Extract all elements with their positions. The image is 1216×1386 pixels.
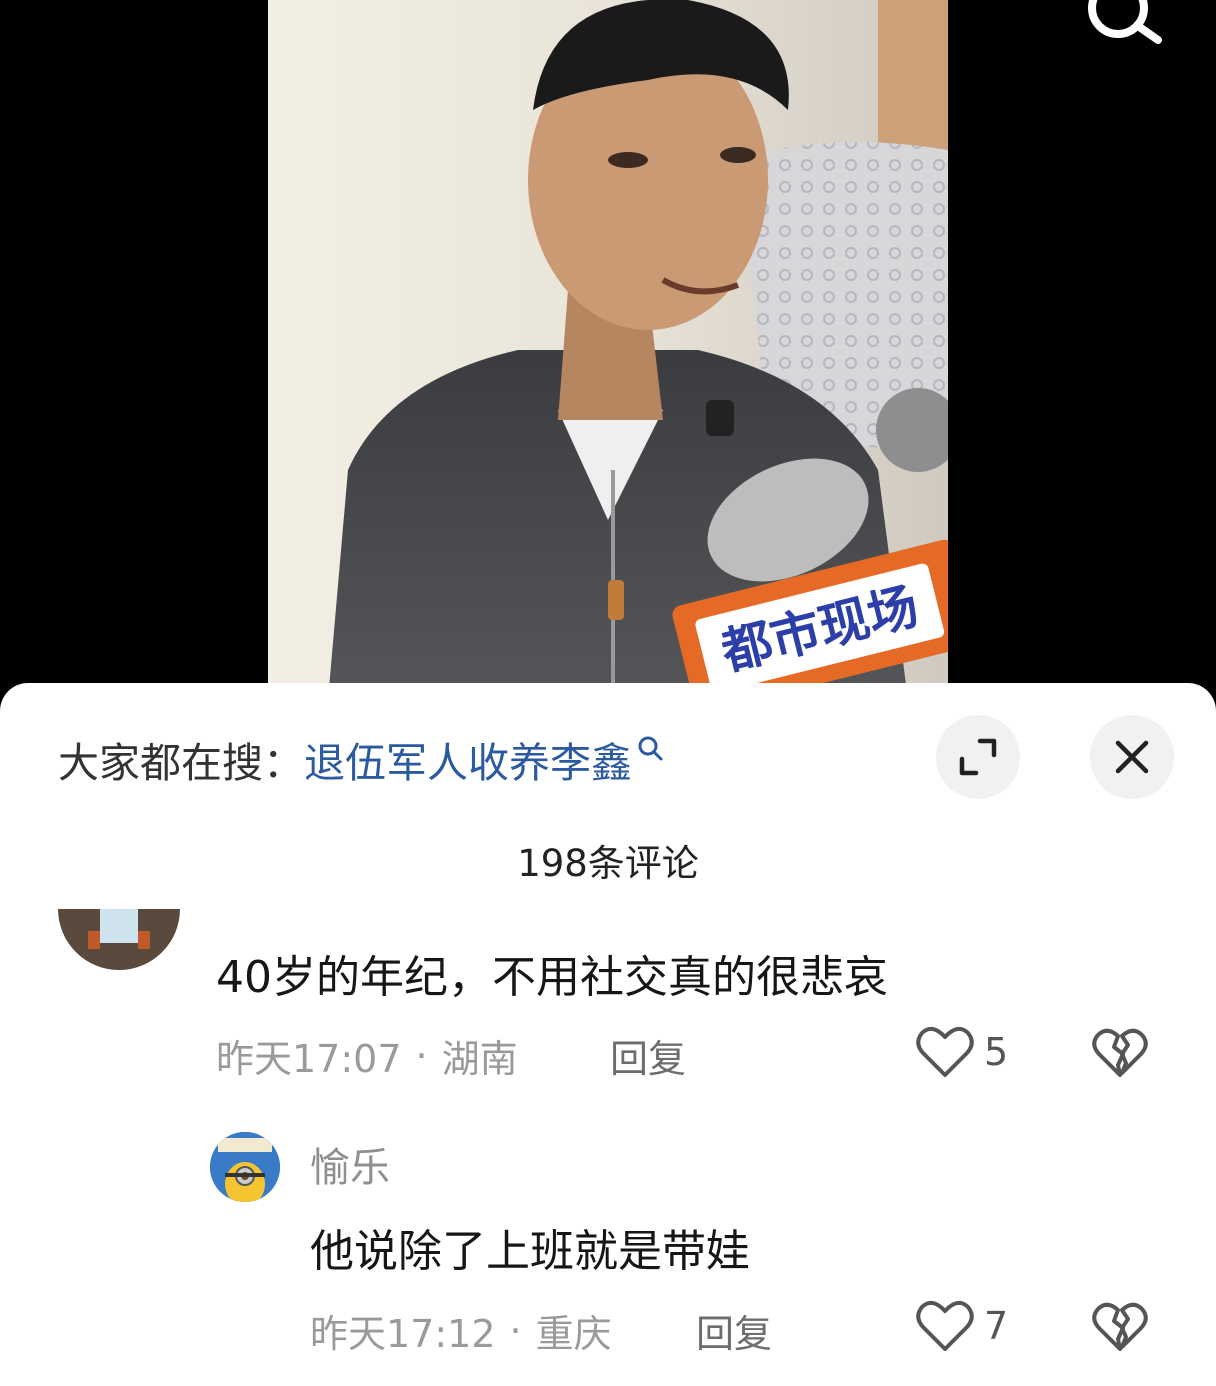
- dislike-button[interactable]: [1092, 1301, 1148, 1353]
- broken-heart-icon: [1092, 1302, 1148, 1351]
- video-player[interactable]: 都市现场: [268, 0, 948, 700]
- like-count: 5: [984, 1030, 1009, 1074]
- search-icon: [638, 736, 663, 761]
- comment-text: 40岁的年纪，不用社交真的很悲哀: [216, 952, 888, 1003]
- reply-button[interactable]: 回复: [696, 1303, 772, 1358]
- app-screen: 都市现场 大家都在搜： 退伍军人收养李鑫 198条评论 40岁的年纪，不用社交真…: [0, 0, 1216, 1386]
- avatar[interactable]: [210, 1132, 280, 1202]
- hot-search-prefix: 大家都在搜：: [58, 739, 304, 787]
- comment-location: 重庆: [535, 1312, 612, 1356]
- video-frame-image: 都市现场: [268, 0, 948, 700]
- like-count: 7: [984, 1304, 1009, 1348]
- meta-separator: ·: [415, 1033, 428, 1078]
- dislike-button[interactable]: [1092, 1027, 1148, 1079]
- comment-time: 昨天17:12: [310, 1312, 496, 1356]
- broken-heart-icon: [1092, 1028, 1148, 1077]
- comment-meta: 昨天17:12 · 重庆: [310, 1303, 612, 1358]
- search-button[interactable]: [1080, 0, 1170, 50]
- heart-outline-icon: [916, 1300, 974, 1351]
- close-icon: [1115, 740, 1149, 774]
- like-button[interactable]: 7: [916, 1299, 1008, 1353]
- hot-search-term[interactable]: 退伍军人收养李鑫: [304, 729, 632, 789]
- reply-button[interactable]: 回复: [610, 1028, 686, 1083]
- hot-search-bar[interactable]: 大家都在搜： 退伍军人收养李鑫: [58, 723, 664, 795]
- meta-separator: ·: [509, 1308, 522, 1353]
- heart-outline-icon: [916, 1026, 974, 1077]
- comment-meta: 昨天17:07 · 湖南: [216, 1028, 518, 1083]
- comments-sheet: 大家都在搜： 退伍军人收养李鑫 198条评论 40岁的年纪，不用社交真的很悲哀 …: [0, 683, 1216, 1386]
- close-button[interactable]: [1090, 715, 1174, 799]
- search-icon: [1088, 0, 1162, 44]
- comment-text: 他说除了上班就是带娃: [310, 1226, 750, 1277]
- comment-username[interactable]: 愉乐: [310, 1135, 390, 1193]
- avatar[interactable]: [58, 909, 180, 981]
- expand-button[interactable]: [936, 715, 1020, 799]
- comment-count: 198条评论: [517, 842, 699, 885]
- comment-time: 昨天17:07: [216, 1037, 402, 1081]
- like-button[interactable]: 5: [916, 1025, 1008, 1079]
- comment-location: 湖南: [441, 1037, 518, 1081]
- expand-icon: [959, 738, 997, 776]
